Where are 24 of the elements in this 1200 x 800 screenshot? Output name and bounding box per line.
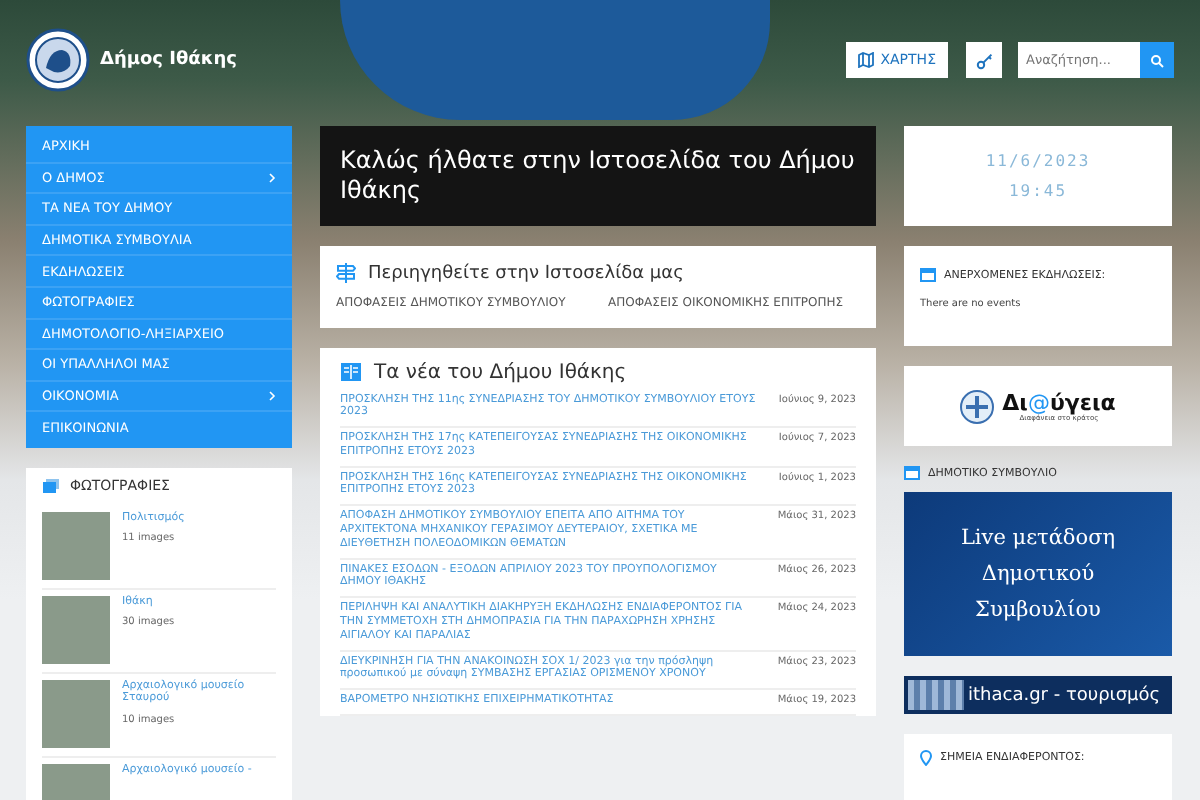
card-title: Τα νέα του Δήμου Ιθάκης <box>374 361 627 383</box>
key-icon <box>975 51 993 69</box>
calendar-icon <box>920 268 936 282</box>
emblem-icon <box>960 389 995 423</box>
images-icon <box>42 477 60 494</box>
map-icon <box>858 52 875 68</box>
book-icon <box>340 362 362 382</box>
diavgeia-name: Δι@ύγεια <box>1002 391 1116 413</box>
signpost-icon <box>336 262 356 284</box>
tourism-banner[interactable]: ithaca.gr - τουρισμός <box>904 676 1172 714</box>
live-stream-banner[interactable]: Live μετάδοση Δημοτικού Συμβουλίου <box>904 492 1172 656</box>
card-title: Περιηγηθείτε στην Ιστοσελίδα μας <box>368 263 684 283</box>
site-title[interactable]: Δήμος Ιθάκης <box>100 50 237 70</box>
calendar-icon <box>904 466 920 480</box>
date-text: 11/6/2023 <box>985 152 1091 170</box>
chevron-right-icon <box>268 390 276 403</box>
location-pin-icon <box>920 750 932 766</box>
key-button[interactable] <box>966 42 1002 78</box>
time-text: 19:45 <box>1008 182 1068 200</box>
search-button[interactable] <box>1140 42 1174 78</box>
welcome-title: Καλώς ήλθατε στην Ιστοσελίδα του Δήμου Ιθάκης <box>340 146 856 206</box>
logo-icon <box>26 28 90 92</box>
chevron-right-icon <box>268 171 276 184</box>
search-icon <box>1150 53 1164 67</box>
